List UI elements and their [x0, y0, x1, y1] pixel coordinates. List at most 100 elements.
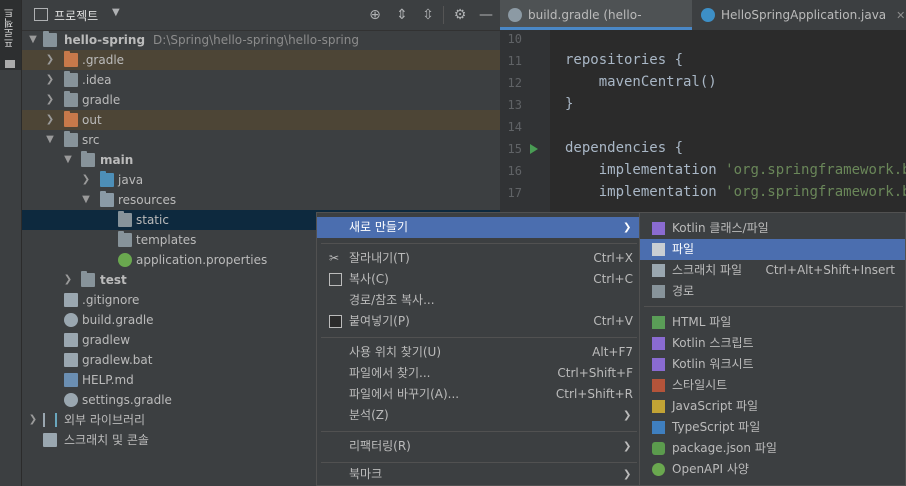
tree-label: .gitignore	[82, 293, 140, 307]
gradle-icon	[64, 313, 78, 327]
tree-label-root: hello-spring D:\Spring\hello-spring\hello…	[64, 30, 359, 50]
submenu-item-package-json[interactable]: package.json 파일	[640, 438, 905, 459]
chevron-right-icon: ❯	[623, 441, 632, 452]
submenu-item-openapi[interactable]: OpenAPI 사양	[640, 459, 905, 480]
submenu-item-stylesheet[interactable]: 스타일시트	[640, 375, 905, 396]
file-icon	[64, 353, 78, 367]
menu-item-label: Kotlin 워크시트	[672, 357, 754, 371]
hide-icon[interactable]: —	[478, 7, 494, 23]
menu-item-analyze[interactable]: 분석(Z) ❯	[317, 405, 639, 426]
code-string: 'org.springframework.boo	[725, 184, 906, 200]
scratch-icon	[43, 433, 57, 447]
tree-label: 스크래치 및 콘솔	[64, 433, 149, 447]
folder-icon	[64, 111, 78, 127]
menu-item-paste[interactable]: 붙여넣기(P) Ctrl+V	[317, 311, 639, 332]
tab-build-gradle[interactable]: build.gradle (hello-spring)✕	[500, 0, 692, 52]
chevron-down-icon[interactable]: ▼	[112, 7, 120, 18]
menu-item-label: Kotlin 클래스/파일	[672, 221, 769, 235]
line-number: 16	[507, 164, 522, 178]
gitignore-file-icon	[64, 293, 78, 307]
menu-item-label: 복사(C)	[349, 272, 389, 286]
menu-item-find-in-files[interactable]: 파일에서 찾기... Ctrl+Shift+F	[317, 363, 639, 384]
menu-item-cut[interactable]: ✂ 잘라내기(T) Ctrl+X	[317, 248, 639, 269]
chevron-right-icon[interactable]: ❯	[45, 110, 55, 130]
menu-item-label: 스타일시트	[672, 378, 728, 392]
chevron-right-icon: ❯	[623, 469, 632, 480]
chevron-right-icon[interactable]: ❯	[45, 90, 55, 110]
code-keyword: implementation	[565, 184, 726, 200]
tree-row-gradle[interactable]: ❯ gradle	[22, 90, 500, 110]
folder-icon	[118, 231, 132, 247]
chevron-right-icon[interactable]: ❯	[45, 70, 55, 90]
paste-icon	[329, 315, 342, 328]
chevron-right-icon[interactable]: ❯	[63, 270, 73, 290]
chevron-down-icon[interactable]: ▼	[63, 150, 73, 170]
tree-row-gradle-dir[interactable]: ❯ .gradle	[22, 50, 500, 70]
chevron-down-icon[interactable]: ▼	[81, 190, 91, 210]
kotlin-icon	[652, 222, 665, 235]
scratch-file-icon	[652, 264, 665, 277]
expand-all-icon[interactable]: ⇕	[394, 7, 410, 23]
submenu-item-typescript[interactable]: TypeScript 파일	[640, 417, 905, 438]
submenu-item-kotlin-class[interactable]: Kotlin 클래스/파일	[640, 218, 905, 239]
menu-item-find-usages[interactable]: 사용 위치 찾기(U) Alt+F7	[317, 342, 639, 363]
submenu-item-html[interactable]: HTML 파일	[640, 312, 905, 333]
close-icon[interactable]: ✕	[896, 9, 905, 22]
menu-item-copy-path[interactable]: 경로/참조 복사...	[317, 290, 639, 311]
tree-row-resources[interactable]: ▼ resources	[22, 190, 500, 210]
menu-item-copy[interactable]: 복사(C) Ctrl+C	[317, 269, 639, 290]
tree-label: gradle	[82, 93, 121, 107]
code-line: repositories {	[565, 52, 684, 68]
submenu-item-file[interactable]: 파일	[640, 239, 905, 260]
tree-row-main[interactable]: ▼ main	[22, 150, 500, 170]
submenu-item-kotlin-script[interactable]: Kotlin 스크립트	[640, 333, 905, 354]
menu-item-label: 파일에서 찾기...	[349, 366, 431, 380]
submenu-item-kotlin-worksheet[interactable]: Kotlin 워크시트	[640, 354, 905, 375]
submenu-item-javascript[interactable]: JavaScript 파일	[640, 396, 905, 417]
menu-shortcut: Alt+F7	[592, 345, 633, 359]
menu-item-new[interactable]: 새로 만들기 ❯	[317, 217, 639, 238]
resources-folder-icon	[100, 191, 114, 207]
line-number: 13	[507, 98, 522, 112]
submenu-item-scratch-file[interactable]: 스크래치 파일 Ctrl+Alt+Shift+Insert	[640, 260, 905, 281]
menu-item-label: 북마크	[349, 467, 383, 481]
folder-icon	[5, 60, 15, 68]
tree-row-idea[interactable]: ❯ .idea	[22, 70, 500, 90]
folder-icon	[43, 31, 57, 47]
line-number: 14	[507, 120, 522, 134]
menu-separator	[321, 431, 637, 432]
tree-row-root[interactable]: ▼ hello-spring D:\Spring\hello-spring\hel…	[22, 30, 500, 50]
chevron-right-icon[interactable]: ❯	[81, 170, 91, 190]
tree-row-out[interactable]: ❯ out	[22, 110, 500, 130]
menu-separator	[321, 243, 637, 244]
run-icon[interactable]	[530, 144, 538, 154]
project-tool-window-tab[interactable]: 프로젝트	[0, 0, 21, 70]
project-panel-header: 프로젝트 ▼ ⊕ ⇕ ⇳ ⚙ —	[22, 0, 500, 31]
library-icon	[43, 413, 57, 427]
file-icon	[64, 333, 78, 347]
chevron-right-icon[interactable]: ❯	[45, 50, 55, 70]
html-icon	[652, 316, 665, 329]
chevron-right-icon[interactable]: ❯	[28, 410, 38, 430]
file-icon	[652, 243, 665, 256]
menu-item-refactor[interactable]: 리팩터링(R) ❯	[317, 436, 639, 457]
tree-row-src[interactable]: ▼ src	[22, 130, 500, 150]
scissors-icon: ✂	[329, 251, 340, 265]
project-panel-title[interactable]: 프로젝트	[54, 7, 98, 24]
collapse-all-icon[interactable]: ⇳	[420, 7, 436, 23]
submenu-item-directory[interactable]: 경로	[640, 281, 905, 302]
menu-item-bookmarks[interactable]: 북마크 ❯	[317, 464, 639, 485]
settings-icon[interactable]: ⚙	[452, 7, 468, 23]
kotlin-worksheet-icon	[652, 358, 665, 371]
chevron-down-icon[interactable]: ▼	[45, 130, 55, 150]
css-icon	[652, 379, 665, 392]
code-line: }	[565, 96, 574, 112]
chevron-down-icon[interactable]: ▼	[28, 30, 38, 50]
tree-row-java[interactable]: ❯ java	[22, 170, 500, 190]
menu-item-replace-in-files[interactable]: 파일에서 바꾸기(A)... Ctrl+Shift+R	[317, 384, 639, 405]
menu-item-label: 경로	[672, 284, 695, 298]
folder-icon	[652, 285, 665, 298]
code-string: 'org.springframework.boo	[725, 162, 906, 178]
crosshair-icon[interactable]: ⊕	[367, 7, 383, 23]
tab-hello-spring-application[interactable]: HelloSpringApplication.java ✕	[693, 0, 906, 30]
